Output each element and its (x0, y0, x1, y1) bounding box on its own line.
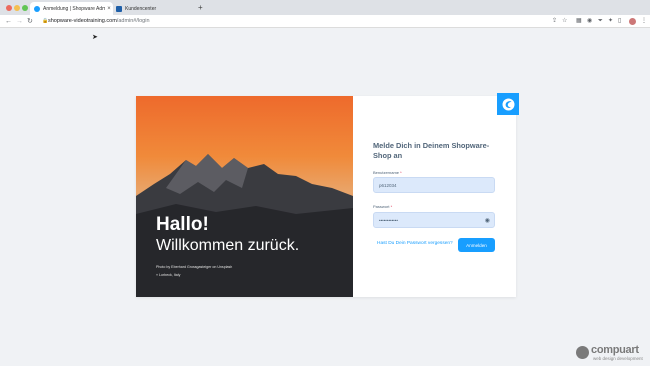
compuart-logo-icon (576, 346, 589, 359)
browser-tab-bar: Anmeldung | Shopware Administr × Kundenc… (0, 0, 650, 15)
login-form-title: Melde Dich in Deinem Shopware-Shop an (373, 141, 490, 160)
mouse-cursor-icon: ➤ (92, 34, 98, 41)
hero-title: Hallo! (156, 214, 209, 235)
username-field[interactable]: p612034 (373, 177, 495, 193)
extension-icon[interactable]: ▦ (576, 18, 582, 25)
tab-shopware-login[interactable]: Anmeldung | Shopware Administr × (30, 2, 113, 15)
url-path: /admin#/login (116, 18, 150, 24)
login-card: Hallo! Willkommen zurück. Photo by Eberh… (136, 93, 519, 297)
forgot-password-link[interactable]: Hast Du Dein Passwort vergessen? (377, 241, 453, 246)
password-field[interactable]: •••••••••••• ◉ (373, 212, 495, 228)
window-minimize-button[interactable] (14, 5, 20, 11)
browser-toolbar: ← → ↻ 🔒 shopware-videotraining.com/admin… (0, 15, 650, 28)
sidebar-icon[interactable]: ▯ (618, 18, 621, 25)
back-arrow-icon[interactable]: ← (5, 17, 12, 26)
username-value: p612034 (379, 182, 397, 188)
show-password-eye-icon[interactable]: ◉ (485, 217, 490, 224)
extension-funnel-icon[interactable]: ⏷ (598, 18, 603, 25)
username-label-text: Benutzername (373, 170, 400, 175)
watermark-name: compuart (591, 344, 639, 356)
location-text: Lorbeck, Italy (159, 273, 181, 277)
watermark-tagline: web design development (593, 356, 643, 361)
photo-location: ⌖ Lorbeck, Italy (156, 273, 180, 277)
password-value: •••••••••••• (379, 217, 398, 223)
url-host: shopware-videotraining.com (48, 18, 117, 24)
password-label: Passwort * (373, 204, 392, 209)
address-bar[interactable]: shopware-videotraining.com/admin#/login (48, 18, 150, 24)
bookmark-star-icon[interactable]: ☆ (562, 18, 567, 25)
tab-kundencenter[interactable]: Kundencenter (112, 2, 196, 15)
menu-kebab-icon[interactable]: ⋮ (641, 18, 647, 25)
password-label-text: Passwort (373, 204, 390, 209)
login-button[interactable]: Anmelden (458, 238, 495, 252)
tab-label: Kundencenter (125, 5, 157, 12)
forward-arrow-icon[interactable]: → (16, 17, 23, 26)
shopware-favicon-icon (34, 5, 40, 12)
extensions-puzzle-icon[interactable]: ✦ (608, 18, 613, 25)
tab-label: Anmeldung | Shopware Administr (43, 5, 105, 12)
window-maximize-button[interactable] (22, 5, 28, 11)
extension-globe-icon[interactable]: ◉ (587, 18, 592, 25)
shopware-logo-icon (502, 98, 514, 110)
hero-image-panel: Hallo! Willkommen zurück. Photo by Eberh… (136, 96, 353, 297)
hero-subtitle: Willkommen zurück. (156, 237, 300, 254)
required-marker: * (400, 170, 402, 175)
photo-credit: Photo by Eberhard Grossgasteiger on Unsp… (156, 265, 233, 269)
window-close-button[interactable] (6, 5, 12, 11)
required-marker: * (390, 204, 393, 209)
username-label: Benutzername * (373, 170, 402, 175)
reload-icon[interactable]: ↻ (27, 17, 33, 26)
share-icon[interactable]: ⇪ (552, 18, 557, 25)
compuart-watermark: compuart web design development (576, 344, 646, 364)
shopware-logo (497, 93, 519, 115)
profile-avatar[interactable] (629, 18, 636, 25)
new-tab-button[interactable]: + (198, 3, 203, 13)
kundencenter-favicon-icon (116, 5, 122, 12)
